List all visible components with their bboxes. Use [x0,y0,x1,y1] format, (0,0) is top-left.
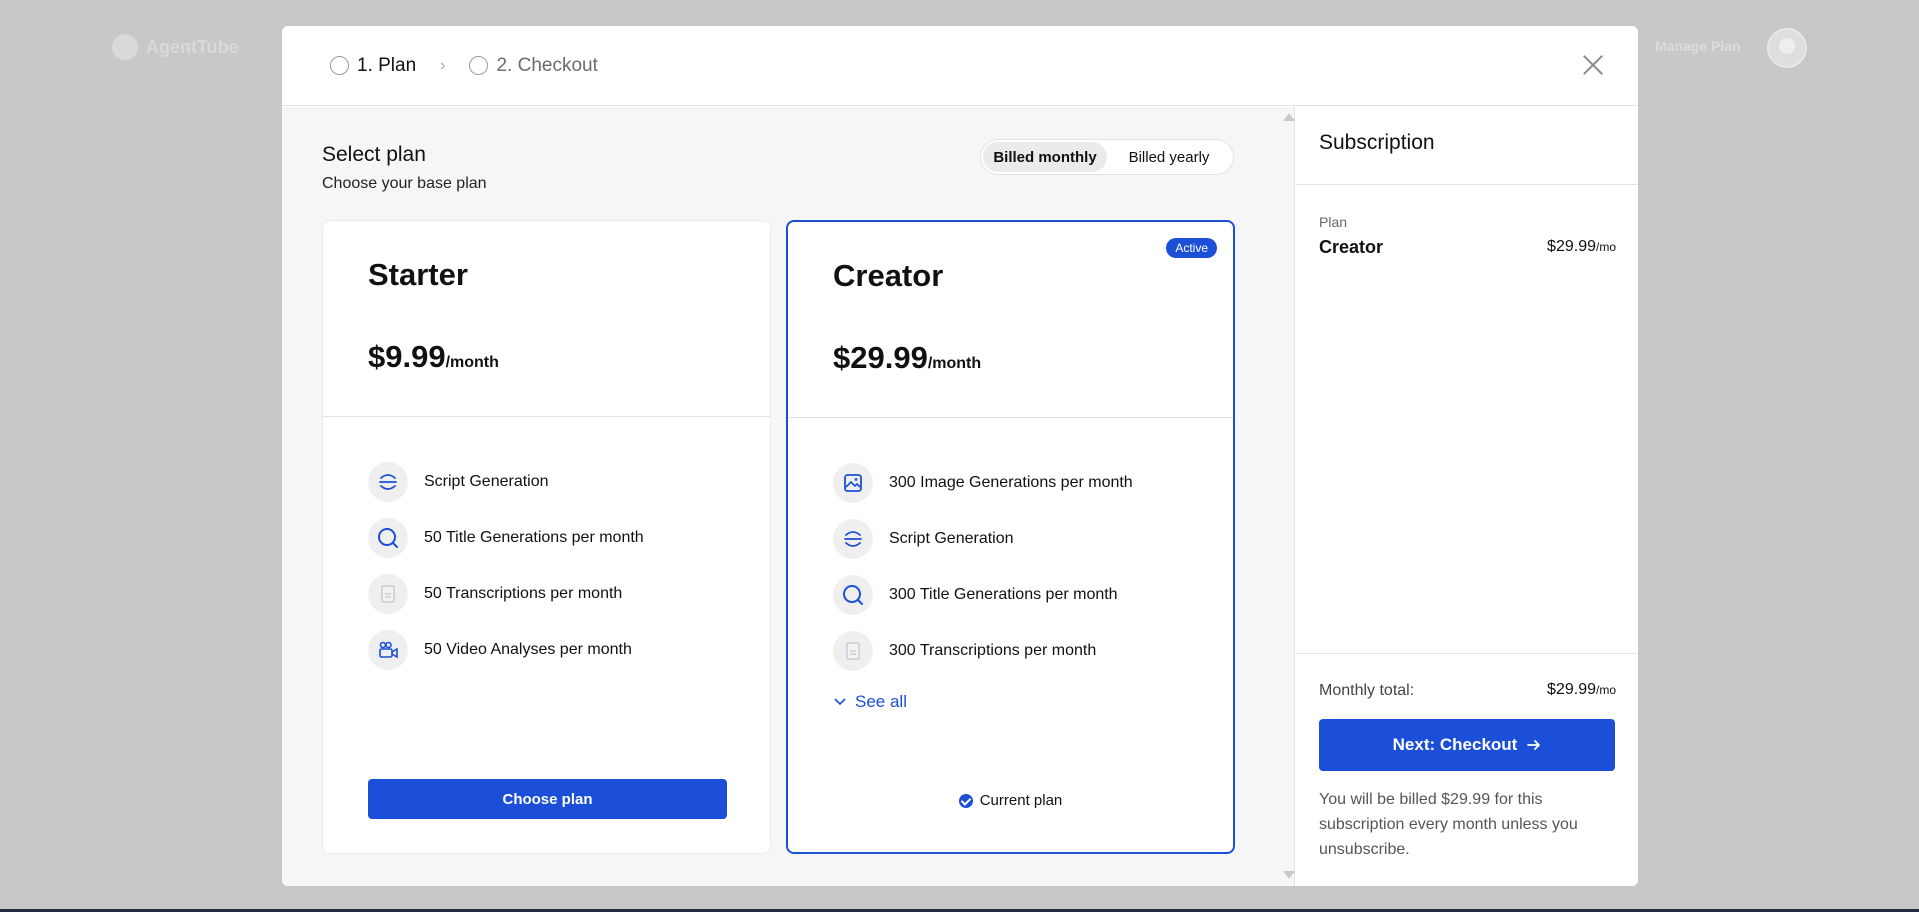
billed-yearly-option[interactable]: Billed yearly [1107,142,1231,172]
step-label: 1. Plan [357,54,417,76]
section-title: Select plan [322,143,426,166]
current-plan-label: Current plan [979,792,1063,809]
step-label: 2. Checkout [496,54,598,76]
divider [1295,184,1638,185]
plan-modal: 1. Plan › 2. Checkout Select plan Choose… [282,26,1638,886]
next-checkout-label: Next: Checkout [1392,735,1518,754]
feature-text: 300 Title Generations per month [889,586,1118,603]
subscription-summary: Subscription Plan Creator $29.99/mo Mont… [1294,107,1638,886]
price-period: /month [927,355,982,372]
next-checkout-button[interactable]: Next: Checkout [1319,719,1615,771]
plan-label: Plan [1319,214,1348,230]
feature-list: 300 Image Generations per month Script G… [833,455,1133,679]
modal-header: 1. Plan › 2. Checkout [282,26,1638,106]
feature-item: Script Generation [368,454,644,510]
current-plan-indicator: Current plan [788,792,1233,809]
feature-item: 50 Transcriptions per month [368,566,644,622]
feature-item: 300 Transcriptions per month [833,623,1133,679]
plan-price: $9.99/month [368,339,499,375]
video-camera-icon [368,630,408,670]
step-checkout[interactable]: 2. Checkout [469,54,598,77]
divider [1295,653,1638,654]
price-amount: $9.99 [368,339,446,374]
plan-selection-pane: Select plan Choose your base plan Billed… [282,107,1295,886]
app-logo: AgentTube [112,34,239,60]
price-amount: $29.99 [1547,681,1596,698]
selected-plan-name: Creator [1319,237,1384,257]
plan-price: $29.99/month [833,340,981,376]
feature-text: 300 Image Generations per month [889,474,1133,491]
step-radio-icon [330,56,349,75]
script-icon [833,519,873,559]
document-icon [833,631,873,671]
divider [788,417,1233,418]
plan-card-starter: Starter $9.99/month Script Generation 50… [322,220,771,854]
script-icon [368,462,408,502]
selected-plan-price: $29.99/mo [1547,238,1616,256]
feature-item: 50 Video Analyses per month [368,622,644,678]
feature-item: 300 Title Generations per month [833,567,1133,623]
monthly-total-price: $29.99/mo [1547,681,1616,699]
document-icon [368,574,408,614]
monthly-total-label: Monthly total: [1319,682,1415,699]
chevron-down-icon [834,698,846,706]
plan-name: Creator [833,258,944,293]
logo-icon [112,34,138,60]
feature-item: 300 Image Generations per month [833,455,1133,511]
feature-text: 50 Transcriptions per month [424,585,623,602]
active-badge: Active [1166,238,1217,258]
billed-monthly-option[interactable]: Billed monthly [983,142,1107,172]
feature-text: 300 Transcriptions per month [889,642,1097,659]
manage-plan-link: Manage Plan [1655,38,1741,54]
feature-list: Script Generation 50 Title Generations p… [368,454,644,678]
feature-item: 50 Title Generations per month [368,510,644,566]
feature-text: Script Generation [424,473,549,490]
plan-card-creator: Active Creator $29.99/month 300 Image Ge… [786,220,1235,854]
step-plan[interactable]: 1. Plan [330,55,416,77]
feature-text: 50 Video Analyses per month [424,641,632,658]
step-radio-icon [469,56,489,75]
feature-text: Script Generation [889,530,1014,547]
price-unit: /mo [1595,240,1616,254]
feature-item: Script Generation [833,511,1133,567]
image-icon [833,463,873,503]
search-icon [833,575,873,615]
logo-text: AgentTube [146,36,239,57]
price-amount: $29.99 [1547,238,1596,255]
see-all-label: See all [855,692,907,711]
chevron-right-icon: › [440,56,446,74]
price-period: /month [445,354,499,371]
arrow-right-icon [1527,740,1541,750]
close-icon[interactable] [1578,50,1608,80]
search-icon [368,518,408,558]
divider [323,416,770,417]
billing-note: You will be billed $29.99 for this subsc… [1319,791,1578,858]
plan-name: Starter [368,257,468,292]
billing-toggle: Billed monthly Billed yearly [980,139,1234,175]
see-all-link[interactable]: See all [833,692,907,712]
choose-plan-button[interactable]: Choose plan [368,779,727,819]
section-subtitle: Choose your base plan [322,175,487,192]
check-circle-icon [958,793,973,808]
subscription-title: Subscription [1319,131,1435,154]
price-amount: $29.99 [833,340,928,375]
feature-text: 50 Title Generations per month [424,529,644,546]
avatar [1767,28,1807,68]
price-unit: /mo [1595,683,1616,697]
